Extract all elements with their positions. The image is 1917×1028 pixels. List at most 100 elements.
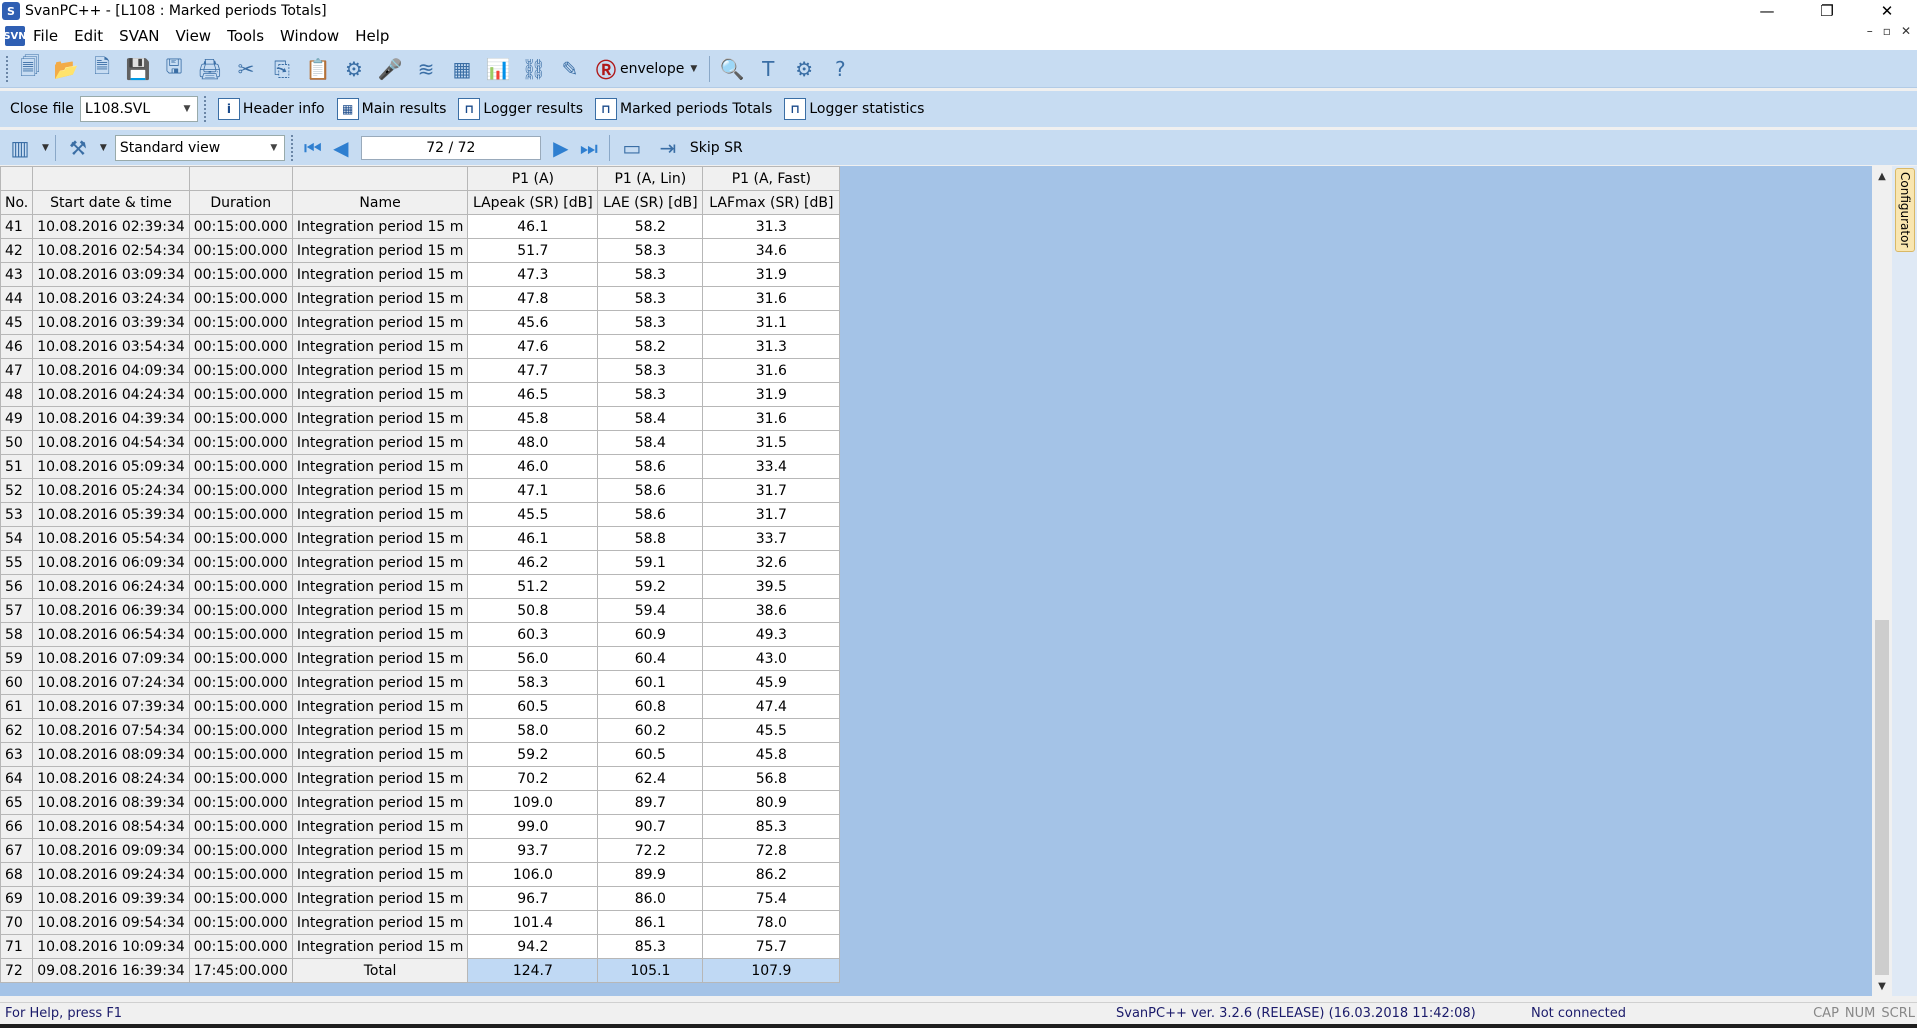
table-cell[interactable]: 10.08.2016 02:54:34 xyxy=(33,239,190,263)
svan-file-icon[interactable]: 🗎 xyxy=(86,54,118,84)
table-cell[interactable]: 31.3 xyxy=(703,335,840,359)
table-cell[interactable]: 50 xyxy=(1,431,33,455)
skip-sr-button[interactable]: Skip SR xyxy=(688,140,749,156)
total-row[interactable]: 7209.08.2016 16:39:3417:45:00.000Total12… xyxy=(1,959,840,983)
table-cell[interactable]: Integration period 15 m xyxy=(292,623,468,647)
table-cell[interactable]: 10.08.2016 04:09:34 xyxy=(33,359,190,383)
marked-periods-totals-button[interactable]: ⊓Marked periods Totals xyxy=(589,98,778,120)
table-cell[interactable]: 53 xyxy=(1,503,33,527)
document-icon[interactable]: SVN xyxy=(5,26,25,46)
text-icon[interactable]: T xyxy=(752,54,784,84)
table-cell[interactable]: 54 xyxy=(1,527,33,551)
table-cell[interactable]: 10.08.2016 04:39:34 xyxy=(33,407,190,431)
table-cell[interactable]: 00:15:00.000 xyxy=(189,623,292,647)
column-header[interactable]: LApeak (SR) [dB] xyxy=(468,191,598,215)
table-cell[interactable]: 10.08.2016 08:54:34 xyxy=(33,815,190,839)
table-cell[interactable]: Integration period 15 m xyxy=(292,647,468,671)
open-folder-icon[interactable]: 📂 xyxy=(50,54,82,84)
table-cell[interactable]: 52 xyxy=(1,479,33,503)
table-cell[interactable]: 46.1 xyxy=(468,527,598,551)
table-cell[interactable]: 72.2 xyxy=(598,839,703,863)
table-cell[interactable]: Integration period 15 m xyxy=(292,311,468,335)
table-cell[interactable]: 85.3 xyxy=(598,935,703,959)
table-row[interactable]: 4610.08.2016 03:54:3400:15:00.000Integra… xyxy=(1,335,840,359)
table-cell[interactable]: 60.5 xyxy=(468,695,598,719)
network-icon[interactable]: ⛓ xyxy=(518,54,550,84)
table-cell[interactable]: 00:15:00.000 xyxy=(189,263,292,287)
chart-icon[interactable]: 📊 xyxy=(482,54,514,84)
table-cell[interactable]: 10.08.2016 05:09:34 xyxy=(33,455,190,479)
table-cell[interactable]: 00:15:00.000 xyxy=(189,215,292,239)
table-cell[interactable]: 00:15:00.000 xyxy=(189,647,292,671)
table-cell[interactable]: 45.5 xyxy=(703,719,840,743)
table-row[interactable]: 4810.08.2016 04:24:3400:15:00.000Integra… xyxy=(1,383,840,407)
table-cell[interactable]: 60.2 xyxy=(598,719,703,743)
table-cell[interactable]: 41 xyxy=(1,215,33,239)
table-cell[interactable]: 10.08.2016 09:09:34 xyxy=(33,839,190,863)
table-cell[interactable]: 65 xyxy=(1,791,33,815)
table-cell[interactable]: 75.7 xyxy=(703,935,840,959)
table-cell[interactable]: Integration period 15 m xyxy=(292,503,468,527)
table-cell[interactable]: Integration period 15 m xyxy=(292,479,468,503)
table-cell[interactable]: 58.6 xyxy=(598,455,703,479)
table-cell[interactable]: 10.08.2016 07:09:34 xyxy=(33,647,190,671)
table-cell[interactable]: 10.08.2016 06:24:34 xyxy=(33,575,190,599)
logger-statistics-button[interactable]: ⊓Logger statistics xyxy=(778,98,930,120)
table-cell[interactable]: 00:15:00.000 xyxy=(189,455,292,479)
microphone-icon[interactable]: 🎤 xyxy=(374,54,406,84)
table-cell[interactable]: 59.2 xyxy=(468,743,598,767)
table-cell[interactable]: Integration period 15 m xyxy=(292,911,468,935)
file-select[interactable]: L108.SVL ▼ xyxy=(80,96,198,122)
table-cell[interactable]: Integration period 15 m xyxy=(292,407,468,431)
table-cell[interactable]: 46 xyxy=(1,335,33,359)
table-cell[interactable]: Integration period 15 m xyxy=(292,575,468,599)
table-row[interactable]: 5110.08.2016 05:09:3400:15:00.000Integra… xyxy=(1,455,840,479)
table-cell[interactable]: 61 xyxy=(1,695,33,719)
table-cell[interactable]: 10.08.2016 10:09:34 xyxy=(33,935,190,959)
table-cell[interactable]: 00:15:00.000 xyxy=(189,311,292,335)
table-cell[interactable]: 00:15:00.000 xyxy=(189,815,292,839)
toolbar-grip[interactable] xyxy=(204,96,208,122)
menu-tools[interactable]: Tools xyxy=(219,27,272,45)
table-cell[interactable]: 59.2 xyxy=(598,575,703,599)
menu-help[interactable]: Help xyxy=(347,27,397,45)
menu-edit[interactable]: Edit xyxy=(66,27,111,45)
table-cell[interactable]: 00:15:00.000 xyxy=(189,551,292,575)
table-cell[interactable]: 46.2 xyxy=(468,551,598,575)
table-row[interactable]: 4910.08.2016 04:39:3400:15:00.000Integra… xyxy=(1,407,840,431)
table-cell[interactable]: 47.3 xyxy=(468,263,598,287)
table-cell[interactable]: 60.8 xyxy=(598,695,703,719)
table-cell[interactable]: 10.08.2016 03:39:34 xyxy=(33,311,190,335)
table-cell[interactable]: 51.7 xyxy=(468,239,598,263)
table-cell[interactable]: 86.0 xyxy=(598,887,703,911)
table-cell[interactable]: 47 xyxy=(1,359,33,383)
table-cell[interactable]: 00:15:00.000 xyxy=(189,863,292,887)
table-cell[interactable]: 47.6 xyxy=(468,335,598,359)
save-as-icon[interactable]: 🖫 xyxy=(158,54,190,84)
table-row[interactable]: 6210.08.2016 07:54:3400:15:00.000Integra… xyxy=(1,719,840,743)
table-row[interactable]: 5310.08.2016 05:39:3400:15:00.000Integra… xyxy=(1,503,840,527)
chevron-down-icon[interactable]: ▼ xyxy=(179,99,195,119)
table-cell[interactable]: 10.08.2016 09:24:34 xyxy=(33,863,190,887)
columns-icon[interactable]: ▥ xyxy=(4,133,36,163)
help-icon[interactable]: ? xyxy=(824,54,856,84)
table-cell[interactable]: 10.08.2016 07:24:34 xyxy=(33,671,190,695)
table-cell[interactable]: 10.08.2016 07:54:34 xyxy=(33,719,190,743)
table-cell[interactable]: 56 xyxy=(1,575,33,599)
table-cell[interactable]: 58.3 xyxy=(598,383,703,407)
table-cell[interactable]: 49 xyxy=(1,407,33,431)
scroll-up-icon[interactable]: ▲ xyxy=(1872,166,1892,186)
table-cell[interactable]: 58.6 xyxy=(598,503,703,527)
print-icon[interactable]: 🖨 xyxy=(194,54,226,84)
table-row[interactable]: 6410.08.2016 08:24:3400:15:00.000Integra… xyxy=(1,767,840,791)
table-cell[interactable]: 00:15:00.000 xyxy=(189,887,292,911)
table-cell[interactable]: 10.08.2016 02:39:34 xyxy=(33,215,190,239)
table-row[interactable]: 4510.08.2016 03:39:3400:15:00.000Integra… xyxy=(1,311,840,335)
menu-view[interactable]: View xyxy=(167,27,219,45)
table-cell[interactable]: 00:15:00.000 xyxy=(189,527,292,551)
table-cell[interactable]: 46.1 xyxy=(468,215,598,239)
table-cell[interactable]: 58.0 xyxy=(468,719,598,743)
cut-icon[interactable]: ✂ xyxy=(230,54,262,84)
table-cell[interactable]: 51 xyxy=(1,455,33,479)
table-cell[interactable]: Total xyxy=(292,959,468,983)
